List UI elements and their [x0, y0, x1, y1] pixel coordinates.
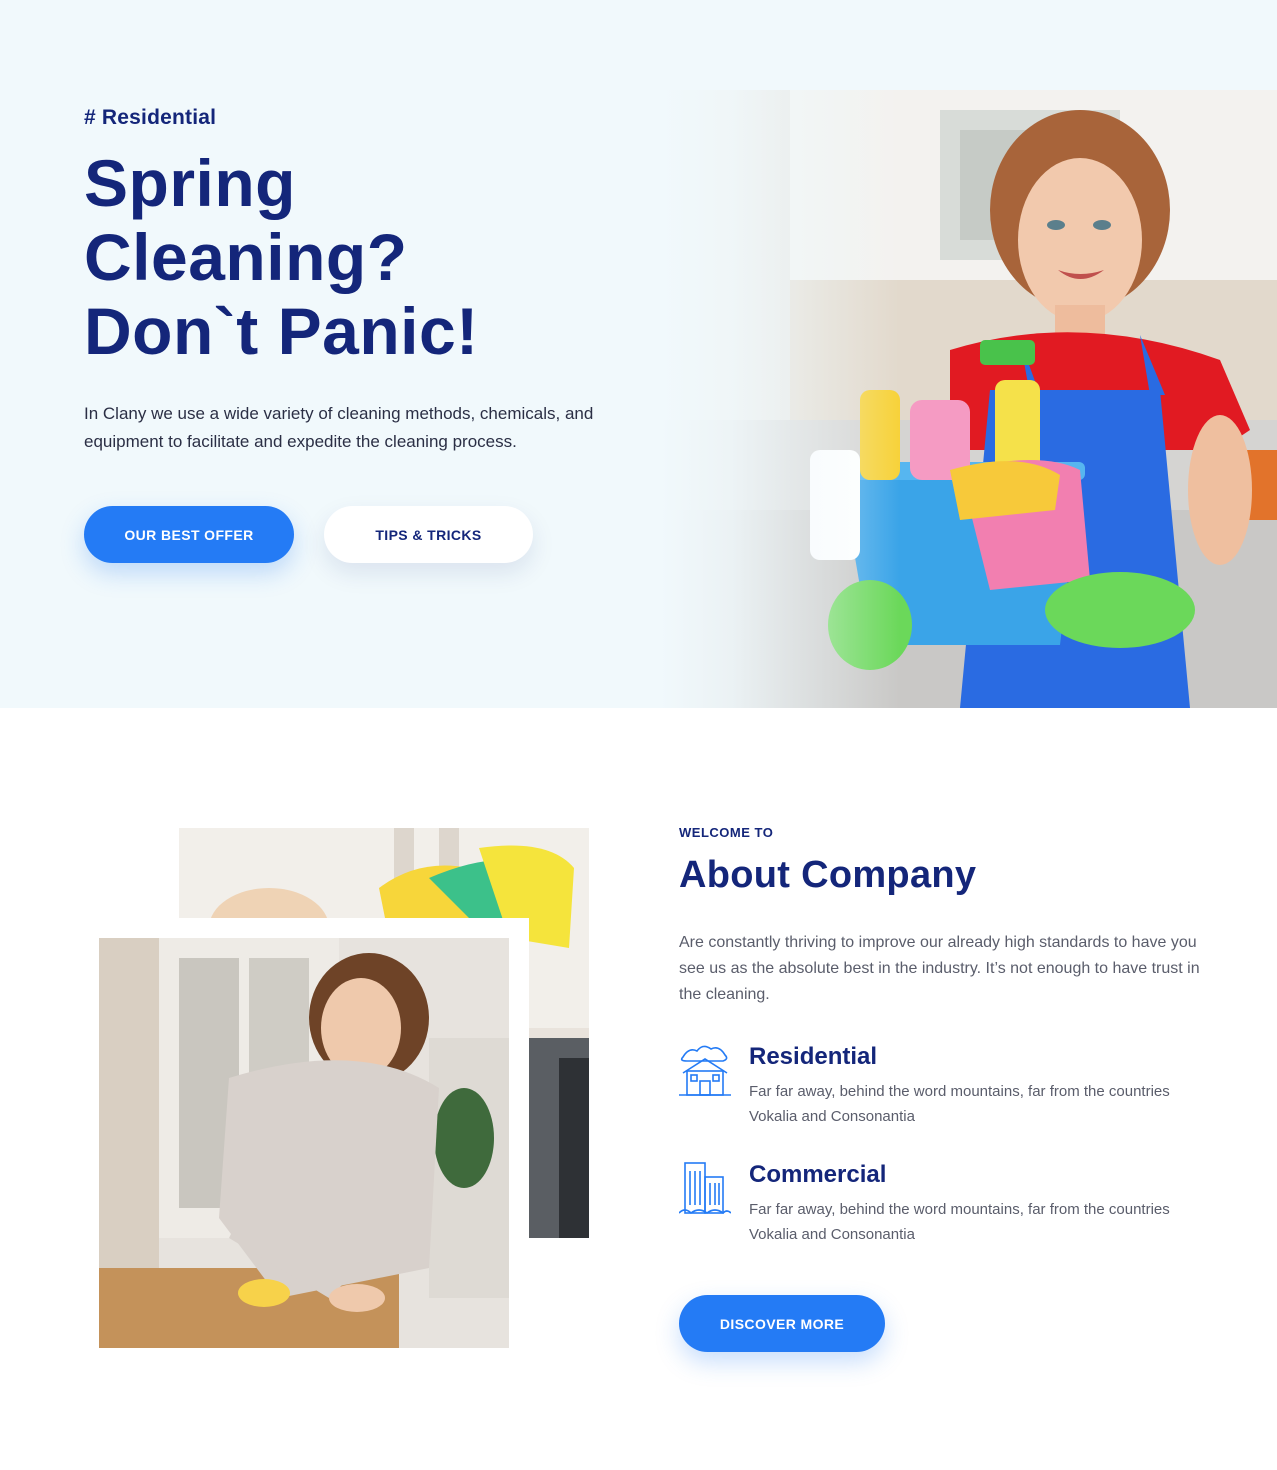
feature-title: Residential: [749, 1043, 878, 1070]
feature-text: Far far away, behind the word mountains,…: [749, 1083, 1170, 1125]
about-title: About Company: [679, 854, 977, 896]
feature-title: Commercial: [749, 1161, 887, 1188]
house-icon: [679, 1043, 731, 1099]
hero-title-line: Cleaning?: [84, 220, 408, 294]
hero-title-line: Don`t Panic!: [84, 294, 479, 368]
discover-more-button[interactable]: DISCOVER MORE: [679, 1295, 885, 1352]
hero-tag: # Residential: [84, 106, 217, 129]
hero-photo-fade: [660, 90, 900, 708]
hero-title-line: Spring: [84, 146, 296, 220]
about-description: Are constantly thriving to improve our a…: [679, 934, 1200, 1003]
about-kicker: WELCOME TO: [679, 825, 774, 840]
hero-title: Spring Cleaning? Don`t Panic!: [84, 146, 644, 368]
best-offer-button[interactable]: OUR BEST OFFER: [84, 506, 294, 563]
hero-description: In Clany we use a wide variety of cleani…: [84, 404, 594, 451]
feature-text: Far far away, behind the word mountains,…: [749, 1201, 1170, 1243]
tips-tricks-button[interactable]: TIPS & TRICKS: [324, 506, 533, 563]
woman-wiping-table-photo: [99, 938, 509, 1348]
buildings-icon: [678, 1161, 732, 1217]
hero-section: # Residential Spring Cleaning? Don`t Pan…: [0, 0, 1277, 708]
